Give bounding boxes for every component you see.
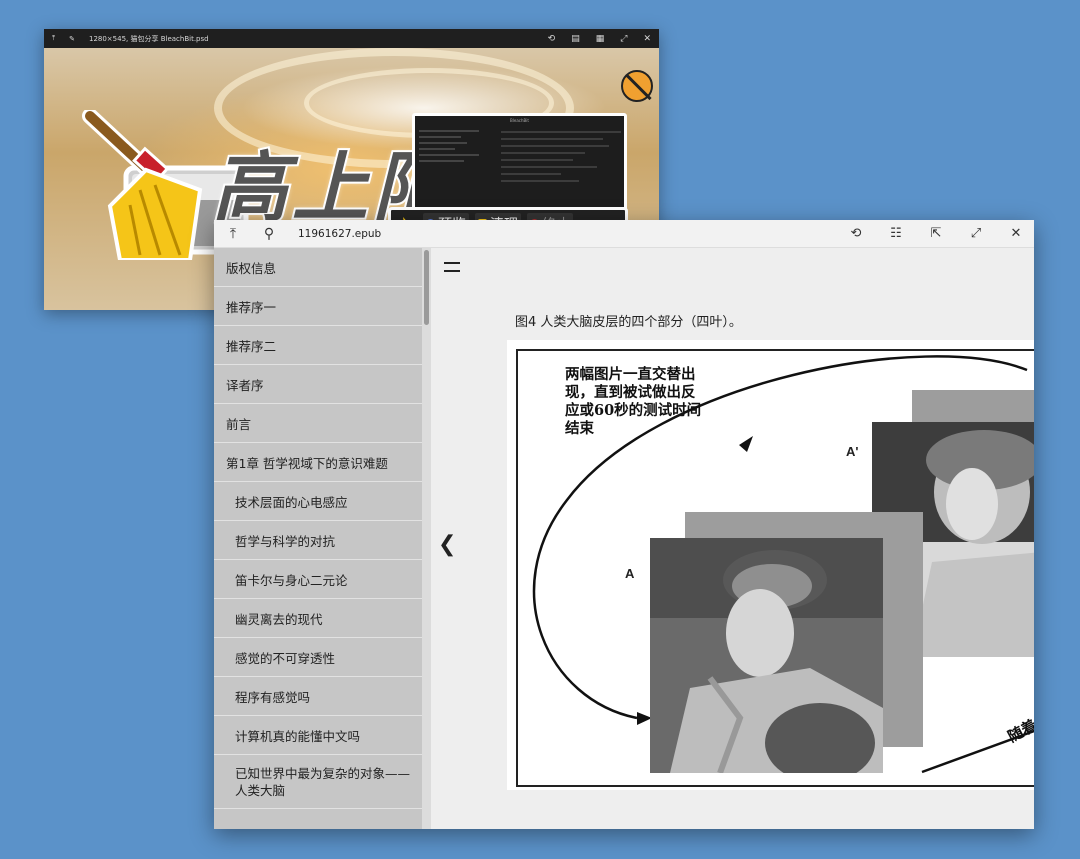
toc-sidebar: 版权信息 推荐序一 推荐序二 译者序 前言 第1章 哲学视域下的意识难题 技术层面的心电感应… <box>214 248 431 829</box>
share-icon[interactable]: ⇱ <box>928 226 944 242</box>
toc-item[interactable]: 版权信息 <box>214 248 422 287</box>
toc-item[interactable]: 前言 <box>214 404 422 443</box>
rotate-icon[interactable]: ⟲ <box>848 226 864 242</box>
toc-item[interactable]: 技术层面的心电感应 <box>214 482 422 521</box>
no-entry-badge-icon <box>621 70 653 102</box>
mini-window-title: BleachBit <box>510 118 529 123</box>
toc-item[interactable]: 感觉的不可穿透性 <box>214 638 422 677</box>
rotate-icon[interactable]: ⟲ <box>548 34 556 44</box>
info-icon[interactable]: ☷ <box>888 226 904 242</box>
toc-item[interactable]: 第1章 哲学视域下的意识难题 <box>214 443 422 482</box>
toc-item[interactable]: 计算机真的能懂中文吗 <box>214 716 422 755</box>
maximize-icon[interactable]: ⤢ <box>620 34 627 44</box>
maximize-icon[interactable]: ⤢ <box>968 226 984 242</box>
info-icon[interactable]: ▤ <box>571 34 580 44</box>
label-a: A <box>625 566 635 581</box>
previous-page-icon[interactable]: ❮ <box>438 532 456 557</box>
background-window-titlebar: ⤒ ✎ 1280×545, 猫包分享 BleachBit.psd ⟲ ▤ ▦ ⤢… <box>44 29 659 48</box>
pin-top-icon[interactable]: ⤒ <box>52 34 55 43</box>
toc-item[interactable]: 译者序 <box>214 365 422 404</box>
grid-icon[interactable]: ▦ <box>596 34 605 44</box>
mini-window-tree <box>419 126 479 216</box>
pin-icon[interactable]: ✎ <box>69 35 75 43</box>
pin-top-icon[interactable]: ⤒ <box>224 226 242 242</box>
close-icon[interactable]: ✕ <box>1008 226 1024 242</box>
background-window-title: 1280×545, 猫包分享 BleachBit.psd <box>88 34 209 43</box>
toc-item[interactable]: 已知世界中最为复杂的对象——人类大脑 <box>214 755 422 809</box>
statue-photo-a <box>650 538 883 773</box>
toc-item[interactable]: 幽灵离去的现代 <box>214 599 422 638</box>
file-name: 11961627.epub <box>298 227 382 240</box>
figure-image: 两幅图片一直交替出 现，直到被试做出反 应或60秒的测试时间 结束 A' A 随… <box>507 340 1034 790</box>
figure-description: 两幅图片一直交替出 现，直到被试做出反 应或60秒的测试时间 结束 <box>565 366 702 437</box>
toc-scroll-thumb[interactable] <box>424 250 429 325</box>
toc-item[interactable]: 推荐序一 <box>214 287 422 326</box>
toc-item[interactable]: 推荐序二 <box>214 326 422 365</box>
toc-list: 版权信息 推荐序一 推荐序二 译者序 前言 第1章 哲学视域下的意识难题 技术层面的心电感应… <box>214 248 431 809</box>
reader-titlebar: ⤒ ⚲ 11961627.epub ⟲ ☷ ⇱ ⤢ ✕ <box>214 220 1034 248</box>
toc-item[interactable]: 程序有感觉吗 <box>214 677 422 716</box>
mini-window-details <box>501 126 621 187</box>
reader-content: ❮ 图4 人类大脑皮层的四个部分（四叶）。 两幅图片一直交替出 现，直到被试做出… <box>431 248 1034 829</box>
toc-scrollbar[interactable] <box>422 248 431 829</box>
epub-reader-window: ⤒ ⚲ 11961627.epub ⟲ ☷ ⇱ ⤢ ✕ 版权信息 推荐序一 推荐序二… <box>214 220 1034 829</box>
label-a-prime: A' <box>846 444 859 459</box>
figure-caption: 图4 人类大脑皮层的四个部分（四叶）。 <box>515 315 742 330</box>
menu-icon[interactable] <box>444 262 460 276</box>
toc-item[interactable]: 哲学与科学的对抗 <box>214 521 422 560</box>
close-icon[interactable]: ✕ <box>643 34 651 44</box>
pin-icon[interactable]: ⚲ <box>260 226 278 242</box>
toc-item[interactable]: 笛卡尔与身心二元论 <box>214 560 422 599</box>
